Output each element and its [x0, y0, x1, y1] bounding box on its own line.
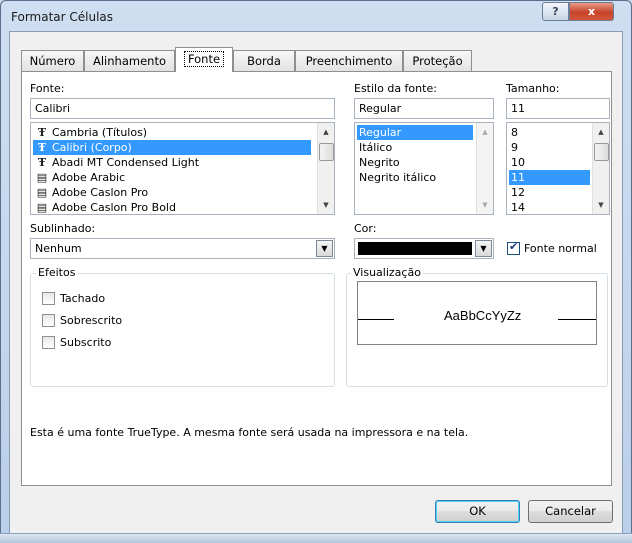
- chevron-down-icon[interactable]: ▼: [475, 240, 492, 257]
- ok-button[interactable]: OK: [435, 500, 520, 523]
- opentype-icon: ▤: [36, 171, 48, 184]
- style-label: Estilo da fonte:: [354, 82, 437, 95]
- style-input[interactable]: Regular: [354, 98, 494, 119]
- underline-label: Sublinhado:: [30, 222, 96, 235]
- underline-select[interactable]: Nenhum ▼: [30, 238, 335, 259]
- font-list-item-label: Calibri (Corpo): [52, 141, 132, 154]
- preview-baseline-left: [358, 319, 394, 320]
- color-picker[interactable]: ▼: [354, 238, 494, 259]
- size-list-item[interactable]: 9: [509, 140, 590, 155]
- tab-numero[interactable]: Número: [21, 50, 84, 71]
- scroll-down-icon[interactable]: ▼: [477, 197, 493, 213]
- preview-baseline-right: [558, 319, 596, 320]
- font-list-item-label: Adobe Arabic: [52, 171, 126, 184]
- help-button[interactable]: ?: [542, 2, 569, 21]
- scroll-thumb[interactable]: [319, 143, 334, 161]
- font-list-item[interactable]: ▤ Adobe Arabic: [33, 170, 311, 185]
- size-list-item[interactable]: 8: [509, 125, 590, 140]
- font-list-item-selected[interactable]: Ŧ Calibri (Corpo): [33, 140, 311, 155]
- color-label: Cor:: [354, 222, 377, 235]
- tab-preenchimento[interactable]: Preenchimento: [295, 50, 403, 71]
- tab-label: Borda: [247, 54, 281, 68]
- underline-select-value: Nenhum: [35, 242, 82, 255]
- chevron-down-icon[interactable]: ▼: [316, 240, 333, 257]
- scroll-up-icon[interactable]: ▲: [593, 124, 609, 140]
- font-list[interactable]: Ŧ Cambria (Títulos) Ŧ Calibri (Corpo) Ŧ Aba…: [30, 122, 335, 215]
- superscript-checkbox[interactable]: [42, 314, 55, 327]
- truetype-icon: Ŧ: [37, 156, 47, 169]
- font-list-scrollbar[interactable]: ▲ ▼: [317, 123, 334, 214]
- style-list-item[interactable]: Negrito itálico: [357, 170, 473, 185]
- effects-label: Efeitos: [36, 266, 78, 279]
- color-swatch: [358, 242, 472, 255]
- size-list-item[interactable]: 14: [509, 200, 590, 214]
- preview-sample-text: AaBbCcYyZz: [444, 308, 522, 323]
- opentype-icon: ▤: [36, 186, 48, 199]
- style-list-item[interactable]: Negrito: [357, 155, 473, 170]
- tab-label: Alinhamento: [93, 54, 166, 68]
- tab-label: Fonte: [183, 51, 225, 67]
- size-list[interactable]: 8 9 10 11 12 14 ▲ ▼: [506, 122, 610, 215]
- font-list-item-label: Cambria (Títulos): [52, 126, 148, 139]
- style-list-scrollbar[interactable]: ▲ ▼: [476, 123, 493, 214]
- tab-alinhamento[interactable]: Alinhamento: [84, 50, 175, 71]
- size-label: Tamanho:: [506, 82, 560, 95]
- font-input[interactable]: Calibri: [30, 98, 335, 119]
- preview-label: Visualização: [351, 266, 423, 279]
- subscript-checkbox[interactable]: [42, 336, 55, 349]
- font-list-item[interactable]: ▤ Adobe Caslon Pro Bold: [33, 200, 311, 214]
- scroll-down-icon[interactable]: ▼: [318, 197, 334, 213]
- effects-group: [30, 273, 335, 387]
- font-label: Fonte:: [30, 82, 65, 95]
- close-button[interactable]: x: [569, 2, 614, 21]
- size-input[interactable]: 11: [506, 98, 610, 119]
- font-list-item[interactable]: Ŧ Abadi MT Condensed Light: [33, 155, 311, 170]
- scroll-down-icon[interactable]: ▼: [593, 197, 609, 213]
- truetype-icon: Ŧ: [37, 141, 47, 154]
- size-list-scrollbar[interactable]: ▲ ▼: [592, 123, 609, 214]
- size-list-item[interactable]: 12: [509, 185, 590, 200]
- font-info-text: Esta é uma fonte TrueType. A mesma fonte…: [30, 426, 469, 439]
- tab-label: Proteção: [412, 54, 463, 68]
- font-list-item-label: Adobe Caslon Pro Bold: [52, 201, 176, 214]
- cancel-button[interactable]: Cancelar: [528, 500, 613, 523]
- taskbar-strip: [0, 533, 632, 543]
- tab-label: Número: [29, 54, 76, 68]
- strikethrough-checkbox[interactable]: [42, 292, 55, 305]
- size-list-item-selected[interactable]: 11: [509, 170, 590, 185]
- dialog-client: Número Alinhamento Fonte Borda Preenchim…: [9, 31, 623, 534]
- preview-box: AaBbCcYyZz: [357, 281, 597, 345]
- font-list-item-label: Abadi MT Condensed Light: [52, 156, 200, 169]
- scroll-up-icon[interactable]: ▲: [318, 124, 334, 140]
- style-list-item-selected[interactable]: Regular: [357, 125, 473, 140]
- subscript-label[interactable]: Subscrito: [60, 336, 111, 349]
- tab-label: Preenchimento: [305, 54, 393, 68]
- tab-protecao[interactable]: Proteção: [403, 50, 472, 71]
- size-list-item[interactable]: 10: [509, 155, 590, 170]
- opentype-icon: ▤: [36, 201, 48, 214]
- style-list-item[interactable]: Itálico: [357, 140, 473, 155]
- normal-font-label[interactable]: Fonte normal: [524, 242, 597, 255]
- title-bar[interactable]: Formatar Células ? x: [1, 1, 631, 31]
- scroll-up-icon[interactable]: ▲: [477, 124, 493, 140]
- dialog-window: Formatar Células ? x Número Alinhamento …: [0, 0, 632, 543]
- tab-fonte[interactable]: Fonte: [175, 47, 233, 72]
- truetype-icon: Ŧ: [37, 126, 47, 139]
- style-list[interactable]: Regular Itálico Negrito Negrito itálico …: [354, 122, 494, 215]
- tab-borda[interactable]: Borda: [233, 50, 295, 71]
- font-tab-panel: Fonte: Calibri Ŧ Cambria (Títulos) Ŧ Calib…: [21, 71, 612, 486]
- normal-font-checkbox[interactable]: [507, 240, 520, 255]
- font-list-item-label: Adobe Caslon Pro: [52, 186, 149, 199]
- strikethrough-label[interactable]: Tachado: [60, 292, 105, 305]
- font-list-item[interactable]: Ŧ Cambria (Títulos): [33, 125, 311, 140]
- scroll-thumb[interactable]: [594, 143, 609, 161]
- window-title: Formatar Células: [11, 10, 114, 24]
- font-list-item[interactable]: ▤ Adobe Caslon Pro: [33, 185, 311, 200]
- superscript-label[interactable]: Sobrescrito: [60, 314, 122, 327]
